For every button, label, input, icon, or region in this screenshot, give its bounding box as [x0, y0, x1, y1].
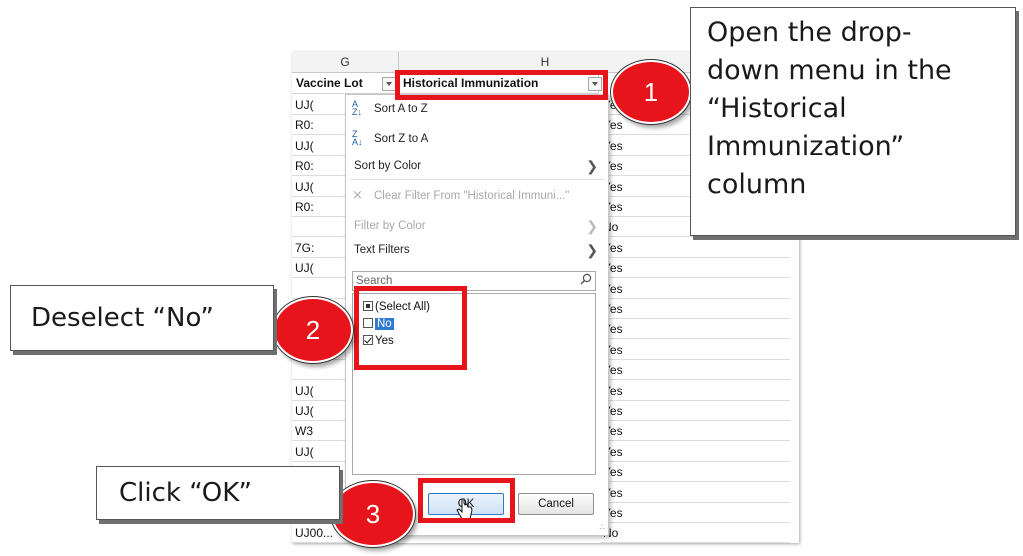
- cell-historical-immunization[interactable]: Yes: [600, 483, 790, 503]
- cell-historical-immunization[interactable]: Yes: [600, 319, 790, 339]
- callout-step-1-line: down menu in the: [707, 55, 952, 86]
- menu-item-sort-by-color[interactable]: Sort by Color ❯: [346, 154, 608, 178]
- step-3-badge: 3: [331, 481, 415, 547]
- cell-historical-immunization[interactable]: Yes: [600, 238, 790, 258]
- search-icon: [580, 273, 592, 285]
- clear-filter-icon: ⨯: [352, 187, 363, 202]
- menu-item-sort-a-to-z[interactable]: A Z↓ Sort A to Z: [346, 97, 608, 121]
- step-1-badge: 1: [611, 60, 691, 124]
- chevron-right-icon: ❯: [586, 242, 598, 258]
- cancel-button[interactable]: Cancel: [518, 493, 594, 515]
- menu-item-sort-z-to-a[interactable]: Z A↓ Sort Z to A: [346, 127, 608, 151]
- highlight-filter-checkboxes: [354, 286, 467, 370]
- cell-historical-immunization[interactable]: Yes: [600, 360, 790, 380]
- chevron-right-icon: ❯: [586, 218, 598, 234]
- step-2-badge: 2: [273, 297, 353, 363]
- cell-historical-immunization[interactable]: Yes: [600, 340, 790, 360]
- chevron-right-icon: ❯: [586, 158, 598, 174]
- cell-historical-immunization[interactable]: No: [600, 523, 790, 543]
- cell-historical-immunization[interactable]: Yes: [600, 442, 790, 462]
- callout-step-1-line: Open the drop-: [707, 17, 912, 48]
- callout-step-1-line: column: [707, 169, 807, 200]
- cell-historical-immunization[interactable]: Yes: [600, 462, 790, 482]
- menu-item-text-filters[interactable]: Text Filters ❯: [346, 238, 608, 262]
- sort-az-icon: A Z↓: [352, 99, 362, 117]
- cell-historical-immunization[interactable]: Yes: [600, 279, 790, 299]
- menu-item-clear-filter[interactable]: ⨯ Clear Filter From "Historical Immuni..…: [346, 184, 608, 208]
- highlight-dropdown-header: [395, 70, 608, 100]
- menu-divider: [350, 179, 604, 180]
- cell-historical-immunization[interactable]: Yes: [600, 421, 790, 441]
- callout-step-1-line: “Historical: [707, 93, 847, 124]
- callout-step-3: Click “OK”: [96, 466, 340, 520]
- callout-step-1-line: Immunization”: [707, 131, 905, 162]
- callout-step-1: Open the drop- down menu in the “Histori…: [690, 7, 1016, 236]
- callout-step-2: Deselect “No”: [10, 285, 274, 351]
- cell-historical-immunization[interactable]: Yes: [600, 381, 790, 401]
- sort-za-icon: Z A↓: [352, 129, 363, 147]
- highlight-ok-button: [418, 478, 515, 523]
- cell-historical-immunization[interactable]: Yes: [600, 299, 790, 319]
- menu-item-filter-by-color[interactable]: Filter by Color ❯: [346, 214, 608, 238]
- header-label-vaccine-lot: Vaccine Lot: [296, 76, 363, 90]
- column-header-g[interactable]: G: [292, 52, 399, 73]
- cell-historical-immunization[interactable]: Yes: [600, 401, 790, 421]
- filter-dropdown-g-icon[interactable]: [382, 77, 396, 91]
- resize-grip-icon[interactable]: ∴: [599, 522, 605, 533]
- cell-historical-immunization[interactable]: Yes: [600, 503, 790, 523]
- cell-historical-immunization[interactable]: Yes: [600, 258, 790, 278]
